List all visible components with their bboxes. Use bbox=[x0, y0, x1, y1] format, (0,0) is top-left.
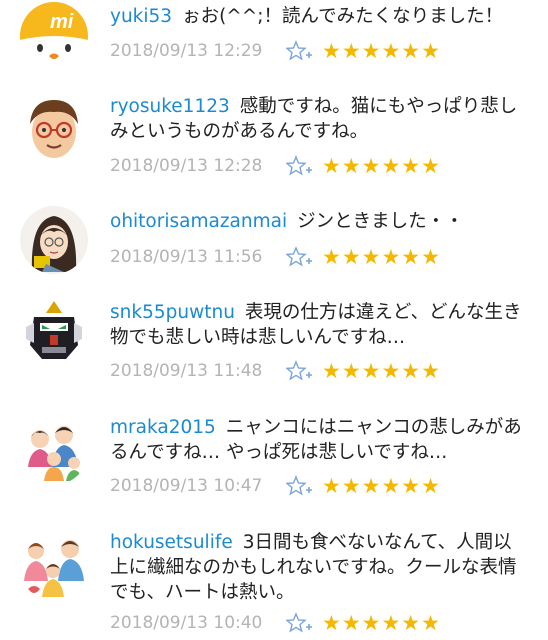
star-plus-icon[interactable] bbox=[286, 40, 312, 62]
woman-illustration-icon bbox=[20, 206, 88, 274]
yellow-chick-mi-icon: mi bbox=[20, 2, 88, 70]
comment-meta: 2018/09/13 10:47 ★★★★★★ bbox=[110, 473, 441, 499]
comment-body: snk55puwtnu 表現の仕方は違えど、どんな生き物でも悲しい時は悲しいんです… bbox=[110, 300, 530, 350]
comment-meta: 2018/09/13 10:40 ★★★★★★ bbox=[110, 610, 441, 636]
avatar[interactable]: mi bbox=[20, 2, 88, 70]
comment-text: ジンときました・・ bbox=[297, 211, 464, 232]
comment-text-block: yuki53 ぉお(^^;！読んでみたくなりました！ bbox=[110, 4, 530, 29]
star-plus-icon[interactable] bbox=[286, 246, 312, 268]
username-link[interactable]: snk55puwtnu bbox=[110, 302, 235, 323]
robot-head-icon bbox=[20, 297, 88, 365]
username-link[interactable]: yuki53 bbox=[110, 6, 172, 27]
avatar[interactable] bbox=[20, 94, 88, 162]
comment-text-block: snk55puwtnu 表現の仕方は違えど、どんな生き物でも悲しい時は悲しいんです… bbox=[110, 300, 530, 350]
comment-text-block: hokusetsulife 3日間も食べないなんて、人間以上に繊細なのかもしれない… bbox=[110, 530, 530, 605]
timestamp: 2018/09/13 10:47 bbox=[110, 476, 263, 496]
avatar[interactable] bbox=[20, 417, 88, 485]
avatar[interactable] bbox=[20, 206, 88, 274]
family-illustration-icon bbox=[20, 417, 88, 485]
comment-meta: 2018/09/13 11:48 ★★★★★★ bbox=[110, 358, 441, 384]
username-link[interactable]: ryosuke1123 bbox=[110, 96, 230, 117]
family-group-icon bbox=[20, 533, 88, 601]
username-link[interactable]: mraka2015 bbox=[110, 417, 216, 438]
star-rating: ★★★★★★ bbox=[322, 245, 441, 269]
timestamp: 2018/09/13 10:40 bbox=[110, 613, 263, 633]
comment-text-block: ryosuke1123 感動ですね。猫にもやっぱり悲しみというものがあるんですね。 bbox=[110, 94, 530, 144]
username-link[interactable]: hokusetsulife bbox=[110, 532, 233, 553]
comment-body: ohitorisamazanmai ジンときました・・ bbox=[110, 209, 530, 234]
star-rating: ★★★★★★ bbox=[322, 611, 441, 635]
comment-meta: 2018/09/13 11:56 ★★★★★★ bbox=[110, 244, 441, 270]
svg-text:mi: mi bbox=[50, 11, 74, 33]
star-plus-icon[interactable] bbox=[286, 155, 312, 177]
comment-body: ryosuke1123 感動ですね。猫にもやっぱり悲しみというものがあるんですね。 bbox=[110, 94, 530, 144]
comment-feed: mi yuki53 ぉお(^^;！読んでみたくなりました！ 2018/09/13 … bbox=[0, 0, 548, 640]
comment-body: yuki53 ぉお(^^;！読んでみたくなりました！ bbox=[110, 4, 530, 29]
timestamp: 2018/09/13 12:29 bbox=[110, 41, 263, 61]
comment-body: mraka2015 ニャンコにはニャンコの悲しみがあるんですね… やっぱ死は悲しい… bbox=[110, 415, 530, 465]
username-link[interactable]: ohitorisamazanmai bbox=[110, 211, 287, 232]
comment-meta: 2018/09/13 12:29 ★★★★★★ bbox=[110, 38, 441, 64]
star-rating: ★★★★★★ bbox=[322, 39, 441, 63]
glasses-man-icon bbox=[20, 94, 88, 162]
comment-text: ぉお(^^;！読んでみたくなりました！ bbox=[182, 6, 504, 27]
timestamp: 2018/09/13 12:28 bbox=[110, 156, 263, 176]
star-rating: ★★★★★★ bbox=[322, 359, 441, 383]
avatar[interactable] bbox=[20, 297, 88, 365]
comment-text-block: mraka2015 ニャンコにはニャンコの悲しみがあるんですね… やっぱ死は悲しい… bbox=[110, 415, 530, 465]
star-plus-icon[interactable] bbox=[286, 612, 312, 634]
timestamp: 2018/09/13 11:48 bbox=[110, 361, 263, 381]
star-rating: ★★★★★★ bbox=[322, 474, 441, 498]
star-plus-icon[interactable] bbox=[286, 475, 312, 497]
comment-text-block: ohitorisamazanmai ジンときました・・ bbox=[110, 209, 530, 234]
star-rating: ★★★★★★ bbox=[322, 154, 441, 178]
avatar[interactable] bbox=[20, 533, 88, 601]
comment-body: hokusetsulife 3日間も食べないなんて、人間以上に繊細なのかもしれない… bbox=[110, 530, 530, 605]
timestamp: 2018/09/13 11:56 bbox=[110, 247, 263, 267]
comment-meta: 2018/09/13 12:28 ★★★★★★ bbox=[110, 153, 441, 179]
star-plus-icon[interactable] bbox=[286, 360, 312, 382]
